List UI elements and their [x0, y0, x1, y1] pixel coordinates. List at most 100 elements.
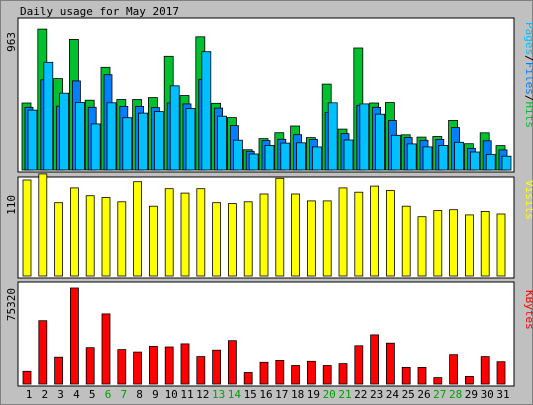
- kbytes-bar-day-24: [385, 342, 395, 385]
- kbytes-bar-day-17: [275, 359, 285, 385]
- day-label-12: 12: [196, 388, 209, 401]
- pages-bar-day-8: [138, 112, 149, 171]
- day-label-3: 3: [57, 388, 64, 401]
- visits-bar-day-11: [180, 192, 190, 277]
- visits-bar-day-13: [212, 202, 222, 277]
- ylabel-pages: Pages: [523, 22, 533, 55]
- pages-bar-day-17: [280, 142, 291, 171]
- kbytes-panel-ylabel: KBytes: [523, 290, 533, 330]
- day-label-13: 13: [212, 388, 225, 401]
- visits-bar-day-5: [85, 195, 95, 277]
- usage-chart: Daily usage for May 2017 963 Pages/Files…: [0, 0, 533, 405]
- day-label-5: 5: [89, 388, 96, 401]
- day-label-24: 24: [386, 388, 400, 401]
- pages-bar-day-24: [390, 134, 401, 171]
- visits-bar-day-19: [306, 200, 316, 277]
- day-label-20: 20: [323, 388, 336, 401]
- visits-bar-day-30: [480, 210, 490, 277]
- pages-bar-day-20: [327, 102, 338, 171]
- day-label-16: 16: [259, 388, 272, 401]
- pages-bar-day-25: [406, 143, 417, 171]
- kbytes-bar-day-8: [133, 351, 143, 385]
- visits-bar-day-31: [496, 213, 506, 277]
- visits-bar-day-29: [464, 214, 474, 277]
- pages-bar-day-27: [438, 144, 449, 171]
- day-label-17: 17: [275, 388, 288, 401]
- kbytes-bar-day-12: [196, 356, 206, 385]
- day-label-6: 6: [105, 388, 112, 401]
- visits-bar-day-26: [417, 216, 427, 277]
- visits-bar-day-17: [275, 177, 285, 277]
- visits-bar-day-21: [338, 187, 348, 277]
- pages-bar-day-26: [422, 146, 433, 171]
- day-label-31: 31: [496, 388, 509, 401]
- pages-bar-day-29: [469, 151, 480, 171]
- pages-bar-day-10: [169, 85, 180, 171]
- visits-bar-day-15: [243, 201, 253, 277]
- day-label-27: 27: [433, 388, 446, 401]
- visits-bar-day-18: [291, 193, 301, 277]
- day-label-14: 14: [228, 388, 242, 401]
- ylabel-hits: Hits: [523, 102, 533, 129]
- visits-bar-day-27: [433, 210, 443, 277]
- pages-bar-day-2: [43, 61, 54, 171]
- visits-bar-day-24: [385, 190, 395, 277]
- pages-bar-day-22: [359, 103, 370, 171]
- kbytes-bar-day-16: [259, 361, 269, 385]
- visits-bar-day-1: [22, 179, 32, 277]
- kbytes-bar-day-2: [38, 320, 48, 385]
- day-label-30: 30: [481, 388, 494, 401]
- kbytes-bar-day-4: [70, 287, 79, 385]
- kbytes-bar-day-31: [496, 361, 506, 385]
- kbytes-bar-day-5: [85, 347, 95, 385]
- visits-bar-day-2: [38, 173, 48, 277]
- kbytes-bar-day-10: [164, 346, 174, 385]
- visits-bar-day-9: [148, 205, 158, 277]
- visits-bar-day-4: [70, 187, 79, 277]
- pages-bar-day-16: [264, 144, 275, 171]
- pages-bar-day-13: [217, 115, 228, 171]
- day-label-18: 18: [291, 388, 304, 401]
- pages-bar-day-9: [153, 111, 164, 171]
- kbytes-bar-day-21: [338, 363, 348, 385]
- kbytes-bar-day-22: [354, 345, 364, 385]
- ylabel-slash: /: [523, 95, 533, 102]
- day-label-7: 7: [120, 388, 127, 401]
- visits-bar-day-14: [227, 203, 237, 277]
- pages-bar-day-11: [185, 108, 196, 171]
- day-label-26: 26: [417, 388, 430, 401]
- day-label-11: 11: [180, 388, 193, 401]
- day-label-22: 22: [354, 388, 367, 401]
- kbytes-panel-max-label: 75320: [5, 288, 18, 321]
- day-label-25: 25: [402, 388, 415, 401]
- visits-bar-day-16: [259, 193, 269, 277]
- pages-bar-day-7: [122, 117, 133, 171]
- pages-bar-day-28: [454, 141, 465, 171]
- pages-bar-day-31: [501, 155, 512, 171]
- visits-bar-day-3: [54, 202, 63, 277]
- hits-panel-max-label: 963: [5, 32, 18, 52]
- visits-bar-day-23: [370, 185, 380, 277]
- day-label-1: 1: [26, 388, 33, 401]
- kbytes-bar-day-7: [117, 349, 127, 385]
- kbytes-bar-day-9: [148, 345, 158, 385]
- pages-bar-day-30: [485, 154, 496, 171]
- kbytes-bar-day-29: [464, 375, 474, 385]
- pages-bar-day-19: [311, 146, 322, 171]
- kbytes-bar-day-30: [480, 356, 490, 385]
- day-label-15: 15: [244, 388, 257, 401]
- visits-panel-max-label: 110: [5, 195, 18, 215]
- visits-bar-day-20: [322, 200, 332, 277]
- visits-bar-day-6: [101, 197, 111, 277]
- pages-bar-day-21: [343, 139, 354, 171]
- ylabel-files: Files: [523, 62, 533, 95]
- kbytes-bar-day-26: [417, 366, 427, 385]
- pages-bar-day-12: [201, 51, 212, 171]
- usage-chart-svg: Daily usage for May 2017 963 Pages/Files…: [0, 0, 533, 405]
- pages-bar-day-4: [75, 102, 85, 171]
- visits-bar-day-7: [117, 201, 127, 277]
- pages-bar-day-14: [232, 139, 243, 171]
- kbytes-bar-day-6: [101, 313, 111, 385]
- kbytes-bar-day-25: [401, 366, 411, 385]
- kbytes-bar-day-19: [306, 360, 316, 385]
